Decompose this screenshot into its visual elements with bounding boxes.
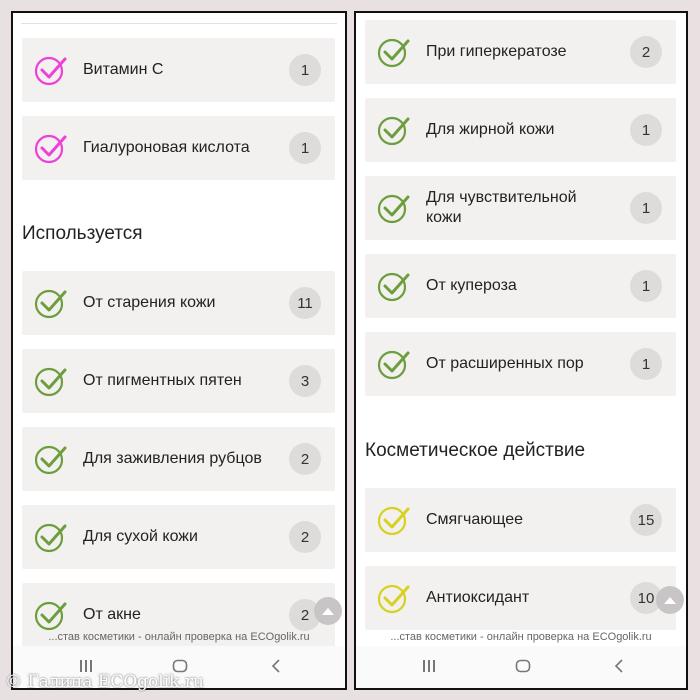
item-label: Для чувствительной кожи: [426, 189, 577, 226]
item-count: 1: [630, 348, 662, 380]
list-item[interactable]: Гиалуроновая кислота 1: [22, 116, 335, 180]
check-circle-icon: [377, 116, 410, 146]
recents-icon[interactable]: [421, 658, 437, 674]
item-label: От расширенных пор: [426, 355, 584, 372]
item-count: 2: [289, 521, 321, 553]
check-circle-icon: [377, 194, 410, 224]
item-label: Антиоксидант: [426, 589, 530, 606]
check-circle-icon: [377, 584, 410, 614]
list-item[interactable]: Для чувствительной кожи 1: [365, 176, 676, 240]
right-phone-screen: При гиперкератозе 2 Для жирной кожи 1 Дл…: [354, 11, 688, 690]
check-circle-icon: [34, 289, 67, 319]
check-circle-icon: [377, 38, 410, 68]
item-label: Для заживления рубцов: [83, 450, 262, 467]
list-item[interactable]: Для заживления рубцов 2: [22, 427, 335, 491]
list-item[interactable]: Витамин С 1: [22, 38, 335, 102]
scroll-to-top-button[interactable]: [314, 597, 342, 625]
check-circle-icon: [34, 367, 67, 397]
list-item[interactable]: Антиоксидант 10: [365, 566, 676, 630]
check-circle-icon: [34, 56, 67, 86]
list-item[interactable]: Для сухой кожи 2: [22, 505, 335, 569]
item-count: 1: [289, 132, 321, 164]
section-heading: Используется: [22, 223, 143, 244]
top-strip: [21, 13, 337, 24]
item-count: 1: [630, 114, 662, 146]
item-label: Витамин С: [83, 61, 164, 78]
item-label: От акне: [83, 606, 141, 623]
back-icon[interactable]: [611, 658, 627, 674]
item-label: При гиперкератозе: [426, 43, 567, 60]
list-item[interactable]: От старения кожи 11: [22, 271, 335, 335]
item-count: 3: [289, 365, 321, 397]
home-icon[interactable]: [515, 658, 531, 674]
item-count: 15: [630, 504, 662, 536]
item-label: Гиалуроновая кислота: [83, 139, 250, 156]
footer-url-text: ...став косметики - онлайн проверка на E…: [390, 631, 652, 643]
list-item[interactable]: При гиперкератозе 2: [365, 20, 676, 84]
item-count: 1: [630, 270, 662, 302]
scroll-to-top-button[interactable]: [656, 586, 684, 614]
item-count: 2: [630, 36, 662, 68]
list-item[interactable]: От пигментных пятен 3: [22, 349, 335, 413]
list-item[interactable]: Смягчающее 15: [365, 488, 676, 552]
chevron-up-icon: [664, 597, 676, 604]
item-count: 1: [289, 54, 321, 86]
footer-url-text: ...став косметики - онлайн проверка на E…: [48, 631, 310, 643]
chevron-up-icon: [322, 608, 334, 615]
check-circle-icon: [377, 506, 410, 536]
check-circle-icon: [34, 134, 67, 164]
check-circle-icon: [34, 523, 67, 553]
check-circle-icon: [377, 272, 410, 302]
list-item[interactable]: От купероза 1: [365, 254, 676, 318]
left-phone-screen: Витамин С 1 Гиалуроновая кислота 1 Испол…: [11, 11, 347, 690]
item-label: Смягчающее: [426, 511, 524, 528]
item-label: Для сухой кожи: [83, 528, 198, 545]
item-label: От старения кожи: [83, 294, 216, 311]
check-circle-icon: [34, 601, 67, 631]
list-item[interactable]: От расширенных пор 1: [365, 332, 676, 396]
item-count: 2: [289, 443, 321, 475]
check-circle-icon: [377, 350, 410, 380]
item-count: 1: [630, 192, 662, 224]
item-count: 11: [289, 287, 321, 319]
item-label: От купероза: [426, 277, 517, 294]
back-icon[interactable]: [268, 658, 284, 674]
section-heading: Косметическое действие: [365, 440, 586, 461]
watermark: © Галина ECOgolik.ru: [5, 672, 204, 692]
item-label: От пигментных пятен: [83, 372, 242, 389]
item-label: Для жирной кожи: [426, 121, 555, 138]
list-item[interactable]: Для жирной кожи 1: [365, 98, 676, 162]
check-circle-icon: [34, 445, 67, 475]
android-nav-bar: [356, 646, 686, 688]
